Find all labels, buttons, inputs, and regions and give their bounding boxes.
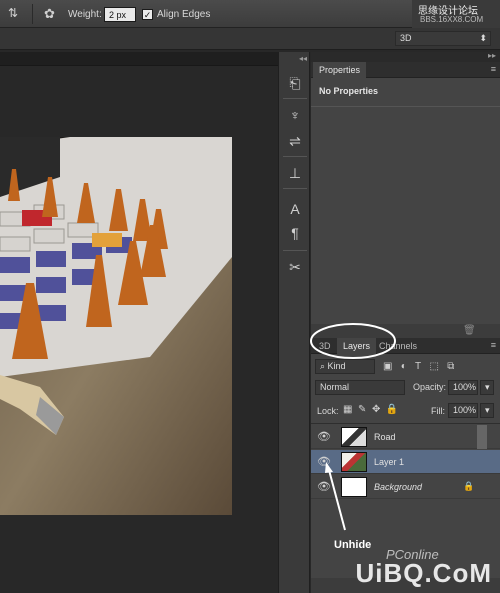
weight-label: Weight: [68,9,102,20]
panel-menu-icon[interactable]: ≡ [491,340,496,350]
divider [283,188,307,189]
divider [32,4,33,24]
layer-name: Background [374,482,423,492]
character-icon[interactable]: A [283,198,307,220]
site-mark-url: BBS.16XX8.COM [420,15,484,24]
scrollbar[interactable] [477,425,487,449]
align-edges-checkbox[interactable]: ✓ [142,9,153,20]
chevron-down-icon: ⬍ [479,33,487,43]
fill-label: Fill: [431,406,445,416]
filter-kind-dropdown[interactable]: ⌕ Kind [315,359,375,374]
clone-source-icon[interactable]: ⊥ [283,162,307,184]
opacity-chevron-icon[interactable]: ▾ [480,380,494,395]
uibq-watermark: UiBQ.CoM [355,558,492,588]
search-icon: ⌕ [320,361,328,371]
layer-name: Road [374,432,396,442]
history-icon[interactable]: ⎗ [283,72,307,94]
fill-chevron-icon[interactable]: ▾ [480,403,494,418]
divider [311,423,500,424]
weight-field[interactable]: 2 px [104,7,136,22]
workspace-dropdown[interactable]: 3D ⬍ [395,31,491,46]
lock-position-icon[interactable]: ✥ [372,404,380,415]
tab-channels[interactable]: Channels [373,338,423,354]
blend-mode-dropdown[interactable]: Normal [315,380,405,395]
path-arrange-icon[interactable]: ⇅ [8,6,26,22]
panel-icon-strip: ◂◂ ⎗ ♆ ⇌ ⊥ A ¶ ✂ [278,52,310,593]
lock-icons: ▦ ✎ ✥ 🔒 [343,404,413,418]
tab-3d[interactable]: 3D [313,338,337,354]
divider [311,106,500,107]
tool-presets-icon[interactable]: ⇌ [283,130,307,152]
layer-row-layer-1[interactable]: 👁 Layer 1 [311,450,500,474]
image-filter-icon[interactable]: ▣ [383,361,392,372]
lock-transparent-icon[interactable]: ▦ [343,404,352,415]
layers-tab-row: 3D Layers Channels ≡ [311,338,500,354]
document-tab-strip [0,52,278,66]
divider [283,250,307,251]
filter-icons: ▣ ◐ T ⬚ ⧉ [383,359,493,374]
adjustment-filter-icon[interactable]: ◐ [401,361,407,372]
lock-all-icon[interactable]: 🔒 [386,404,398,415]
tab-layers[interactable]: Layers [337,338,377,354]
tools-icon[interactable]: ✂ [283,256,307,278]
shape-filter-icon[interactable]: ⬚ [429,361,438,372]
panel-menu-icon[interactable]: ≡ [491,64,496,74]
gear-icon[interactable]: ✿ [44,6,60,22]
collapse-arrows-icon[interactable]: ▸▸ [488,51,496,60]
filter-kind-value: Kind [327,361,346,371]
eye-icon[interactable]: 👁 [317,450,331,474]
paragraph-icon[interactable]: ¶ [283,222,307,244]
document-image[interactable] [0,137,232,515]
properties-message: No Properties [319,86,379,96]
layer-row-road[interactable]: 👁 Road [311,425,500,449]
properties-footer: 🗑 [311,324,500,338]
options-bar-row: 3D ⬍ [0,28,500,50]
opacity-label: Opacity: [413,382,447,392]
options-bar: ⇅ ✿ Weight: 2 px ✓ Align Edges 思缘设计论坛 BB… [0,0,500,28]
unhide-label: Unhide [334,539,372,551]
collapse-arrows-icon[interactable]: ◂◂ [299,54,307,63]
lock-image-icon[interactable]: ✎ [358,404,366,415]
workspace-value: 3D [400,33,412,43]
divider [283,98,307,99]
lock-label: Lock: [317,406,339,416]
align-edges-label: Align Edges [157,9,211,20]
opacity-field[interactable]: 100% [448,380,478,395]
blend-mode-value: Normal [320,382,350,392]
site-mark: 思缘设计论坛 BBS.16XX8.COM [412,0,500,28]
divider [283,156,307,157]
eye-icon[interactable]: 👁 [317,425,331,449]
trash-icon[interactable]: 🗑 [463,325,476,336]
properties-tab-row: Properties ≡ [311,62,500,78]
layer-name: Layer 1 [374,457,405,467]
panel-dock-header: ▸▸ [311,51,500,62]
layer-thumbnail [341,452,367,472]
type-filter-icon[interactable]: T [415,361,421,372]
layer-row-background[interactable]: 👁 Background 🔒 [311,475,500,499]
lock-icon: 🔒 [463,481,475,491]
eye-icon[interactable]: 👁 [317,475,331,499]
fill-field[interactable]: 100% [448,403,478,418]
layer-thumbnail [341,427,367,447]
tab-properties[interactable]: Properties [313,62,367,78]
smart-object-filter-icon[interactable]: ⧉ [447,361,454,372]
brush-presets-icon[interactable]: ♆ [283,104,307,126]
properties-panel: Properties ≡ No Properties 🗑 [311,62,500,338]
layer-thumbnail [341,477,367,497]
